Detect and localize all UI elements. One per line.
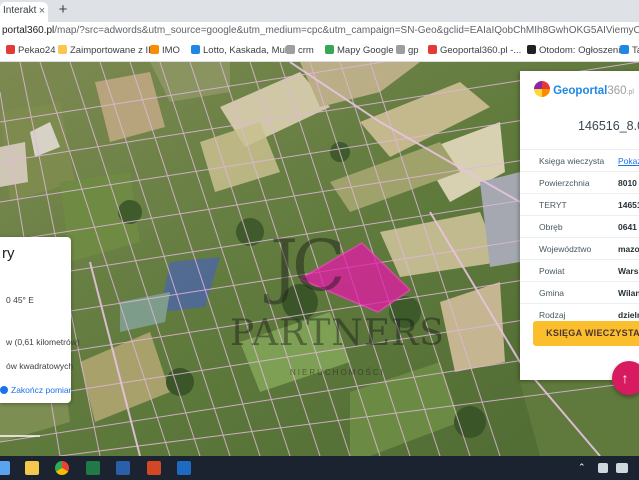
- bookmark-label: Ta: [632, 45, 639, 56]
- windows-start-icon[interactable]: [0, 461, 10, 475]
- row-powiat: Powiat Warsz: [520, 259, 639, 281]
- row-key: Województwo: [539, 244, 592, 254]
- new-tab-button[interactable]: +: [56, 2, 70, 17]
- url-path: /map/?src=adwords&utm_source=google&utm_…: [54, 25, 639, 36]
- bookmark-label: Zaimportowane z IE: [70, 45, 155, 56]
- bookmark-crm[interactable]: crm: [286, 45, 314, 59]
- bookmark-otodom[interactable]: Otodom: Ogłoszeni...: [527, 45, 628, 59]
- chevron-up-icon[interactable]: ⌃: [578, 462, 586, 473]
- network-icon[interactable]: [616, 463, 628, 473]
- parcel-info-panel: Geoportal360.pl 146516_8.0 Księga wieczy…: [520, 71, 639, 380]
- bookmark-favicon-icon: [428, 45, 437, 54]
- powerpoint-icon[interactable]: [147, 461, 161, 475]
- bookmark-favicon-icon: [6, 45, 15, 54]
- row-teryt: TERYT 14651: [520, 193, 639, 215]
- logo-text: Geoportal: [553, 85, 608, 97]
- bookmark-favicon-icon: [396, 45, 405, 54]
- measure-area-unit: ów kwadratowych: [6, 361, 74, 371]
- row-ksiega-wieczysta: Księga wieczysta Pokaż: [520, 149, 639, 171]
- bookmark-label: Mapy Google: [337, 45, 394, 56]
- map-pin-icon: [325, 45, 334, 54]
- measure-coordinate: 0 45° E: [6, 295, 34, 305]
- bookmark-label: IMO: [162, 45, 180, 56]
- bookmark-label: Lotto, Kaskada, Mul...: [203, 45, 295, 56]
- bookmark-label: Pekao24: [18, 45, 56, 56]
- bookmark-favicon-icon: [620, 45, 629, 54]
- row-value: 8010 m: [618, 178, 639, 188]
- finish-measure-link[interactable]: Zakończ pomiar: [0, 385, 71, 395]
- bookmark-zaimportowane[interactable]: Zaimportowane z IE: [58, 45, 154, 59]
- ksiega-wieczysta-button[interactable]: KSIĘGA WIECZYSTA: [533, 321, 639, 346]
- chrome-icon[interactable]: [55, 461, 69, 475]
- word-icon[interactable]: [116, 461, 130, 475]
- bookmark-gp[interactable]: gp: [396, 45, 419, 59]
- bookmark-favicon-icon: [286, 45, 295, 54]
- row-gmina: Gmina Wilano: [520, 281, 639, 303]
- row-value: dzieln: [618, 310, 639, 320]
- url-host: portal360.pl: [2, 25, 55, 36]
- tab-close-icon[interactable]: ×: [36, 5, 48, 17]
- row-key: Księga wieczysta: [539, 156, 605, 166]
- bookmark-label: gp: [408, 45, 419, 56]
- partners-watermark: JC PARTNERS NIERUCHOMOŚCI: [226, 225, 444, 385]
- tab-title: Interakt: [3, 5, 37, 16]
- windows-taskbar: ⌃: [0, 456, 639, 480]
- address-bar[interactable]: portal360.pl/map/?src=adwords&utm_source…: [0, 22, 639, 42]
- tab-strip: Interakt × +: [0, 0, 639, 22]
- tray-icon[interactable]: [598, 463, 608, 473]
- row-value: 0641: [618, 222, 637, 232]
- logo-number: 360: [607, 85, 627, 97]
- row-obreb: Obręb 0641: [520, 215, 639, 237]
- measure-panel: ry 0 45° E w (0,61 kilometrów) ów kwadra…: [0, 237, 80, 403]
- bookmark-ta[interactable]: Ta: [620, 45, 639, 59]
- row-powierzchnia: Powierzchnia 8010 m: [520, 171, 639, 193]
- logo-tld: .pl: [626, 89, 634, 96]
- bookmark-favicon-icon: [527, 45, 536, 54]
- file-explorer-icon[interactable]: [25, 461, 39, 475]
- bookmarks-bar: Pekao24 Zaimportowane z IE IMO Lotto, Ka…: [0, 42, 639, 62]
- browser-tab[interactable]: Interakt ×: [0, 2, 48, 22]
- bookmark-pekao24[interactable]: Pekao24: [6, 45, 56, 59]
- finish-icon: [0, 386, 8, 394]
- bookmark-favicon-icon: [191, 45, 200, 54]
- bookmark-mapy-google[interactable]: Mapy Google: [325, 45, 394, 59]
- bookmark-lotto[interactable]: Lotto, Kaskada, Mul...: [191, 45, 295, 59]
- folder-icon: [58, 45, 67, 54]
- watermark-name: PARTNERS: [230, 313, 445, 354]
- bookmark-favicon-icon: [150, 45, 159, 54]
- show-kw-link[interactable]: Pokaż: [618, 156, 639, 166]
- row-value: mazow: [618, 244, 639, 254]
- measure-panel-title: ry: [2, 245, 15, 262]
- outlook-icon[interactable]: [177, 461, 191, 475]
- bookmark-label: Otodom: Ogłoszeni...: [539, 45, 629, 56]
- row-key: TERYT: [539, 200, 567, 210]
- row-value: 14651: [618, 200, 639, 210]
- row-key: Rodzaj: [539, 310, 566, 320]
- arrow-up-icon[interactable]: ↑: [612, 361, 639, 395]
- row-wojewodztwo: Województwo mazow: [520, 237, 639, 259]
- row-key: Gmina: [539, 288, 565, 298]
- row-key: Powierzchnia: [539, 178, 590, 188]
- bookmark-imo[interactable]: IMO: [150, 45, 180, 59]
- parcel-id: 146516_8.0: [578, 119, 639, 133]
- row-value: Wilano: [618, 288, 639, 298]
- row-value: Warsz: [618, 266, 639, 276]
- bookmark-geoportal[interactable]: Geoportal360.pl -...: [428, 45, 521, 59]
- row-key: Powiat: [539, 266, 565, 276]
- url-text[interactable]: portal360.pl/map/?src=adwords&utm_source…: [0, 25, 639, 39]
- row-key: Obręb: [539, 222, 563, 232]
- excel-icon[interactable]: [86, 461, 100, 475]
- bookmark-label: Geoportal360.pl -...: [440, 45, 522, 56]
- geoportal-logo-icon: [534, 81, 550, 97]
- watermark-subtitle: NIERUCHOMOŚCI: [290, 368, 385, 377]
- finish-measure-label: Zakończ pomiar: [11, 385, 72, 395]
- parcel-attributes: Księga wieczysta Pokaż Powierzchnia 8010 m…: [520, 149, 639, 325]
- geoportal-logo[interactable]: Geoportal360.pl: [534, 81, 634, 99]
- measure-distance: w (0,61 kilometrów): [6, 337, 80, 347]
- bookmark-label: crm: [298, 45, 314, 56]
- watermark-monogram: JC: [270, 225, 346, 307]
